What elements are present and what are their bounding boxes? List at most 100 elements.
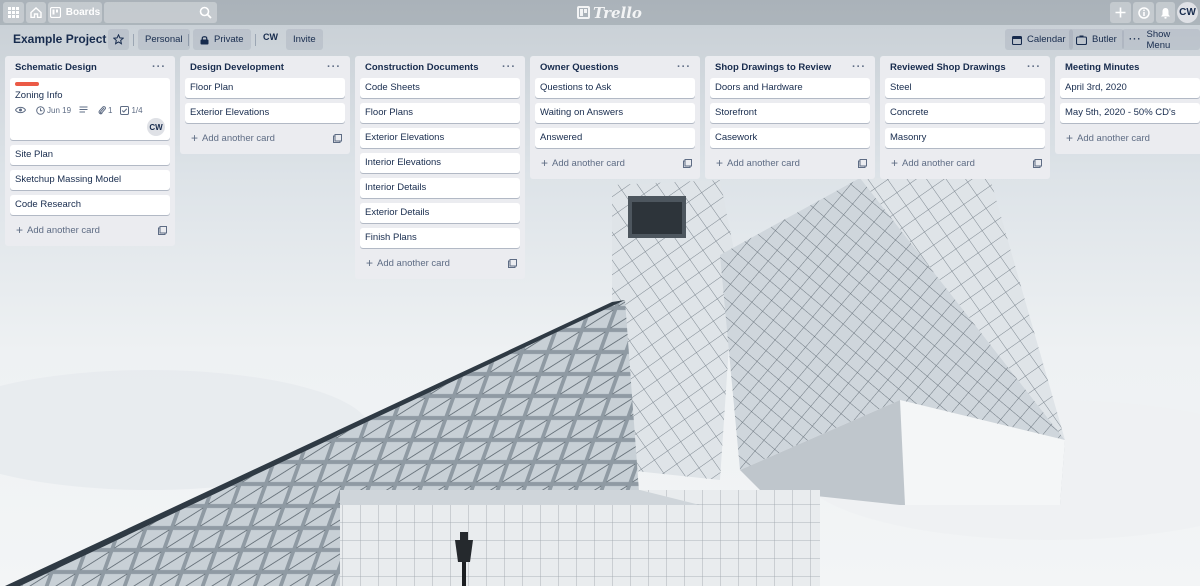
trello-logo[interactable]: Trello (577, 4, 642, 22)
butler-button[interactable]: Butler (1069, 29, 1124, 50)
boards-label: Boards (65, 7, 101, 18)
card[interactable]: Masonry (885, 128, 1045, 148)
add-card-label: Add another card (727, 157, 800, 169)
card[interactable]: Floor Plans (360, 103, 520, 123)
list-menu-icon[interactable]: ··· (502, 61, 516, 73)
card-zoning-info[interactable]: Zoning Info Jun 19 1 1/4 CW (10, 78, 170, 140)
list-title[interactable]: Design Development (190, 62, 284, 73)
create-button[interactable] (1110, 2, 1131, 23)
add-card-label: Add another card (202, 132, 275, 144)
card-member-avatar[interactable]: CW (147, 118, 165, 136)
notifications-button[interactable] (1156, 2, 1175, 23)
show-menu-button[interactable]: ··· Show Menu (1122, 29, 1200, 51)
home-button[interactable] (26, 2, 46, 23)
attachments-count: 1 (108, 105, 113, 115)
list-title[interactable]: Schematic Design (15, 62, 97, 73)
add-card-button[interactable]: + Add another card (1060, 128, 1195, 148)
card-badges: Jun 19 1 1/4 (15, 105, 165, 115)
card[interactable]: Exterior Elevations (360, 128, 520, 148)
card[interactable]: Interior Elevations (360, 153, 520, 173)
search-icon (199, 6, 212, 19)
card[interactable]: Finish Plans (360, 228, 520, 248)
add-card-button[interactable]: + Add another card (710, 153, 870, 173)
list-title[interactable]: Shop Drawings to Review (715, 62, 831, 73)
list-title[interactable]: Meeting Minutes (1065, 62, 1139, 73)
personal-label: Personal (145, 34, 183, 45)
list-menu-icon[interactable]: ··· (1027, 61, 1041, 73)
card[interactable]: Floor Plan (185, 78, 345, 98)
star-icon (113, 34, 124, 45)
plus-icon (1115, 7, 1126, 18)
add-card-button[interactable]: + Add another card (535, 153, 695, 173)
add-card-button[interactable]: + Add another card (360, 253, 520, 273)
description-badge (79, 106, 90, 114)
privacy-button[interactable]: Private (193, 29, 251, 50)
add-card-button[interactable]: + Add another card (885, 153, 1045, 173)
card[interactable]: Code Sheets (360, 78, 520, 98)
watching-badge (15, 106, 28, 114)
card-title: Zoning Info (15, 90, 63, 101)
user-avatar[interactable]: CW (1177, 2, 1198, 23)
add-card-label: Add another card (377, 257, 450, 269)
calendar-label: Calendar (1027, 34, 1066, 45)
description-icon (79, 106, 88, 113)
boards-button[interactable]: Boards (48, 2, 102, 23)
star-board-button[interactable] (108, 29, 129, 50)
eye-icon (15, 106, 26, 114)
card-template-icon[interactable] (683, 158, 692, 168)
card[interactable]: April 3rd, 2020 (1060, 78, 1200, 98)
member-avatar[interactable]: CW (263, 32, 278, 42)
card[interactable]: Steel (885, 78, 1045, 98)
card[interactable]: Code Research (10, 195, 170, 215)
card[interactable]: Storefront (710, 103, 870, 123)
list-menu-icon[interactable]: ··· (852, 61, 866, 73)
calendar-button[interactable]: Calendar (1005, 29, 1073, 50)
board-title[interactable]: Example Project (13, 32, 106, 46)
card[interactable]: Doors and Hardware (710, 78, 870, 98)
more-icon: ··· (1129, 34, 1142, 45)
list-menu-icon[interactable]: ··· (677, 61, 691, 73)
clock-icon (36, 105, 45, 115)
card-footer: CW (15, 118, 165, 136)
card[interactable]: Interior Details (360, 178, 520, 198)
list-title[interactable]: Reviewed Shop Drawings (890, 62, 1006, 73)
card[interactable]: Answered (535, 128, 695, 148)
info-button[interactable] (1133, 2, 1154, 23)
list-header: Meeting Minutes (1060, 56, 1195, 78)
add-card-button[interactable]: + Add another card (185, 128, 345, 148)
list-menu-icon[interactable]: ··· (152, 61, 166, 73)
invite-button[interactable]: Invite (286, 29, 323, 50)
card-template-icon[interactable] (508, 258, 517, 268)
list-title[interactable]: Owner Questions (540, 62, 619, 73)
bell-icon (1161, 7, 1170, 19)
card[interactable]: Questions to Ask (535, 78, 695, 98)
search-input[interactable] (104, 2, 217, 23)
apps-grid-button[interactable] (3, 2, 24, 23)
attachments-badge: 1 (98, 105, 112, 115)
header-divider (188, 34, 189, 46)
due-date-badge[interactable]: Jun 19 (36, 106, 71, 115)
team-visibility-button[interactable]: Personal (138, 29, 190, 50)
lock-icon (200, 35, 209, 44)
butler-label: Butler (1092, 34, 1117, 45)
card[interactable]: Sketchup Massing Model (10, 170, 170, 190)
card-template-icon[interactable] (158, 225, 167, 235)
card[interactable]: Concrete (885, 103, 1045, 123)
paperclip-icon (98, 106, 106, 115)
card[interactable]: Site Plan (10, 145, 170, 165)
card-template-icon[interactable] (858, 158, 867, 168)
add-card-button[interactable]: + Add another card (10, 220, 170, 240)
add-card-label: Add another card (902, 157, 975, 169)
list-header: Shop Drawings to Review ··· (710, 56, 870, 78)
card-template-icon[interactable] (1033, 158, 1042, 168)
card[interactable]: Exterior Details (360, 203, 520, 223)
card[interactable]: May 5th, 2020 - 50% CD's (1060, 103, 1200, 123)
card[interactable]: Exterior Elevations (185, 103, 345, 123)
list-menu-icon[interactable]: ··· (327, 61, 341, 73)
list-title[interactable]: Construction Documents (365, 62, 478, 73)
card[interactable]: Casework (710, 128, 870, 148)
card-template-icon[interactable] (333, 133, 342, 143)
top-navigation-bar: Boards Trello CW (0, 0, 1200, 25)
checklist-progress: 1/4 (131, 105, 143, 115)
card[interactable]: Waiting on Answers (535, 103, 695, 123)
